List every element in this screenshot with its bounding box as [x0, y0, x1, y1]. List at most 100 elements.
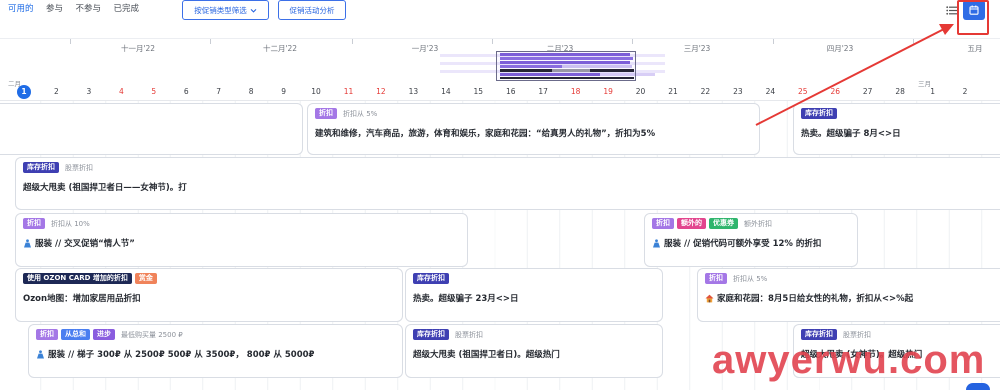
promo-type-badge: 库存折扣: [801, 329, 837, 340]
clothing-icon: [24, 238, 31, 247]
chevron-down-icon: [250, 8, 257, 13]
promo-title-row: Ozon地图：增加家居用品折扣: [23, 292, 395, 304]
promo-condition-note: 股票折扣: [843, 330, 871, 339]
clothing-icon: [653, 238, 660, 247]
card-badges: 折扣 折扣从 5%: [705, 273, 993, 284]
tab-available[interactable]: 可用的: [8, 3, 34, 15]
promo-card[interactable]: 折扣 折扣从 5% 建筑和维修，汽车商品，旅游，体育和娱乐，家庭和花园：“给真男人的…: [307, 103, 760, 155]
day-label: 28: [895, 87, 905, 96]
card-badges: 库存折扣: [801, 108, 993, 119]
day-label: 13: [408, 87, 419, 96]
month-tick: [352, 39, 353, 44]
promo-title: 超级大甩卖 (祖国捍卫者日——女神节)。打: [23, 183, 187, 193]
month-tick: [632, 39, 633, 44]
promo-title: 超级大甩卖 (祖国捍卫者日)。超级热门: [413, 350, 560, 360]
promo-title-row: 服装 // 交叉促销“情人节”: [23, 237, 460, 249]
day-label: 22: [700, 87, 711, 96]
promo-card-partial[interactable]: [0, 103, 303, 155]
analysis-button-label: 促销活动分析: [289, 5, 335, 15]
card-badges: 库存折扣 股票折扣: [801, 329, 993, 340]
card-badges: 折扣 从总和 进步 最低购买量 2500 ₽: [36, 329, 395, 340]
day-label: 5: [151, 87, 157, 96]
promo-analysis-button[interactable]: 促销活动分析: [278, 0, 346, 20]
day-label: 14: [441, 87, 451, 96]
day-label: 21: [668, 87, 678, 96]
home-icon: [705, 294, 714, 302]
promo-title: 热卖。超级骗子 8月<>日: [801, 129, 901, 139]
timeline-minimap[interactable]: [0, 50, 1000, 82]
promo-title: 建筑和维修，汽车商品，旅游，体育和娱乐，家庭和花园：“给真男人的礼物”，折扣为5…: [315, 129, 656, 139]
promo-type-badge: 折扣: [652, 218, 674, 229]
promo-condition-note: 股票折扣: [65, 163, 93, 172]
day-label: 1: [930, 87, 935, 96]
promo-title: 热卖。超级骗子 23月<>日: [413, 294, 519, 304]
promo-title-row: 热卖。超级骗子 8月<>日: [801, 127, 993, 139]
day-label: 8: [248, 87, 254, 96]
month-tick: [70, 39, 71, 44]
day-label: 2: [962, 87, 968, 96]
list-view-button[interactable]: [940, 0, 962, 20]
promo-card[interactable]: 折扣 折扣从 10% 服装 // 交叉促销“情人节”: [15, 213, 468, 267]
promo-card[interactable]: 库存折扣 股票折扣 超级大甩卖 (女神节)。超级热门: [793, 324, 1000, 378]
day-label: 16: [505, 87, 516, 96]
month-tick: [913, 39, 914, 44]
promo-type-badge: 库存折扣: [23, 162, 59, 173]
day-label: 17: [538, 87, 548, 96]
promo-type-badge: 使用 OZON CARD 增加的折扣: [23, 273, 132, 284]
filter-button-label: 按促销类型筛选: [194, 5, 247, 15]
day-label-today: 1: [17, 85, 31, 99]
promo-card[interactable]: 折扣 额外的 优惠券 额外折扣服装 // 促销代码可额外享受 12% 的折扣: [644, 213, 858, 267]
clothing-icon: [37, 349, 44, 358]
filter-by-promo-type-button[interactable]: 按促销类型筛选: [182, 0, 269, 20]
chat-button[interactable]: [966, 383, 990, 390]
promo-title-row: 超级大甩卖 (祖国捍卫者日)。超级热门: [413, 348, 655, 360]
promo-title: 超级大甩卖 (女神节)。超级热门: [801, 350, 923, 360]
day-label: 7: [216, 87, 222, 96]
card-badges: 库存折扣: [413, 273, 655, 284]
day-label: 27: [862, 87, 873, 96]
promo-title: 服装 // 交叉促销“情人节”: [35, 239, 135, 249]
day-label: 20: [635, 87, 646, 96]
promo-type-badge: 折扣: [36, 329, 58, 340]
promo-card[interactable]: 库存折扣热卖。超级骗子 23月<>日: [405, 268, 663, 322]
card-badges: 库存折扣 股票折扣: [23, 162, 993, 173]
day-scale: 1 2 3 4 5 6 7 8 9 10 11 12 13 14 15 16 17 18 19 20 21 22 23 24 2…: [0, 85, 1000, 100]
promo-card[interactable]: 折扣 从总和 进步 最低购买量 2500 ₽ 服装 // 梯子 300₽ 从 2500₽…: [28, 324, 403, 378]
card-badges: 使用 OZON CARD 增加的折扣 赏金: [23, 273, 395, 284]
promo-type-badge: 库存折扣: [413, 273, 449, 284]
promo-title-row: 建筑和维修，汽车商品，旅游，体育和娱乐，家庭和花园：“给真男人的礼物”，折扣为5…: [315, 127, 752, 139]
day-label: 9: [281, 87, 286, 96]
promo-type-badge: 额外的: [677, 218, 706, 229]
promo-title: 服装 // 促销代码可额外享受 12% 的折扣: [664, 239, 822, 249]
card-badges: 折扣 折扣从 5%: [315, 108, 752, 119]
promo-card[interactable]: 库存折扣 股票折扣 超级大甩卖 (祖国捍卫者日)。超级热门: [405, 324, 663, 378]
promo-card[interactable]: 使用 OZON CARD 增加的折扣 赏金 Ozon地图：增加家居用品折扣: [15, 268, 403, 322]
day-label: 4: [118, 87, 124, 96]
day-label: 11: [343, 87, 354, 96]
promo-card[interactable]: 折扣 折扣从 5% 家庭和花园：8月5日给女性的礼物，折扣从<>%起: [697, 268, 1000, 322]
day-label: 18: [570, 87, 581, 96]
promo-card[interactable]: 库存折扣 股票折扣 超级大甩卖 (祖国捍卫者日——女神节)。打: [15, 157, 1000, 210]
day-label: 6: [183, 87, 189, 96]
promo-type-badge: 进步: [93, 329, 115, 340]
card-badges: 库存折扣 股票折扣: [413, 329, 655, 340]
tab-not-participating[interactable]: 不参与: [76, 3, 102, 15]
day-label: 25: [798, 87, 808, 96]
day-label: 3: [86, 87, 92, 96]
day-label: 19: [603, 87, 613, 96]
promo-card[interactable]: 库存折扣热卖。超级骗子 8月<>日: [793, 103, 1000, 155]
calendar-view-button[interactable]: [963, 0, 985, 20]
tab-completed[interactable]: 已完成: [114, 3, 140, 15]
promo-title: 家庭和花园：8月5日给女性的礼物，折扣从<>%起: [717, 294, 914, 304]
promo-type-badge: 折扣: [315, 108, 337, 119]
card-badges: 折扣 额外的 优惠券 额外折扣: [652, 218, 850, 229]
day-label: 12: [376, 87, 386, 96]
promo-title-row: 家庭和花园：8月5日给女性的礼物，折扣从<>%起: [705, 292, 993, 304]
promo-type-badge: 库存折扣: [801, 108, 837, 119]
month-tick: [773, 39, 774, 44]
promo-title-row: 服装 // 促销代码可额外享受 12% 的折扣: [652, 237, 850, 249]
tab-participating[interactable]: 参与: [46, 3, 63, 15]
promo-type-badge: 折扣: [705, 273, 727, 284]
list-icon: [945, 5, 957, 15]
card-badges: 折扣 折扣从 10%: [23, 218, 460, 229]
